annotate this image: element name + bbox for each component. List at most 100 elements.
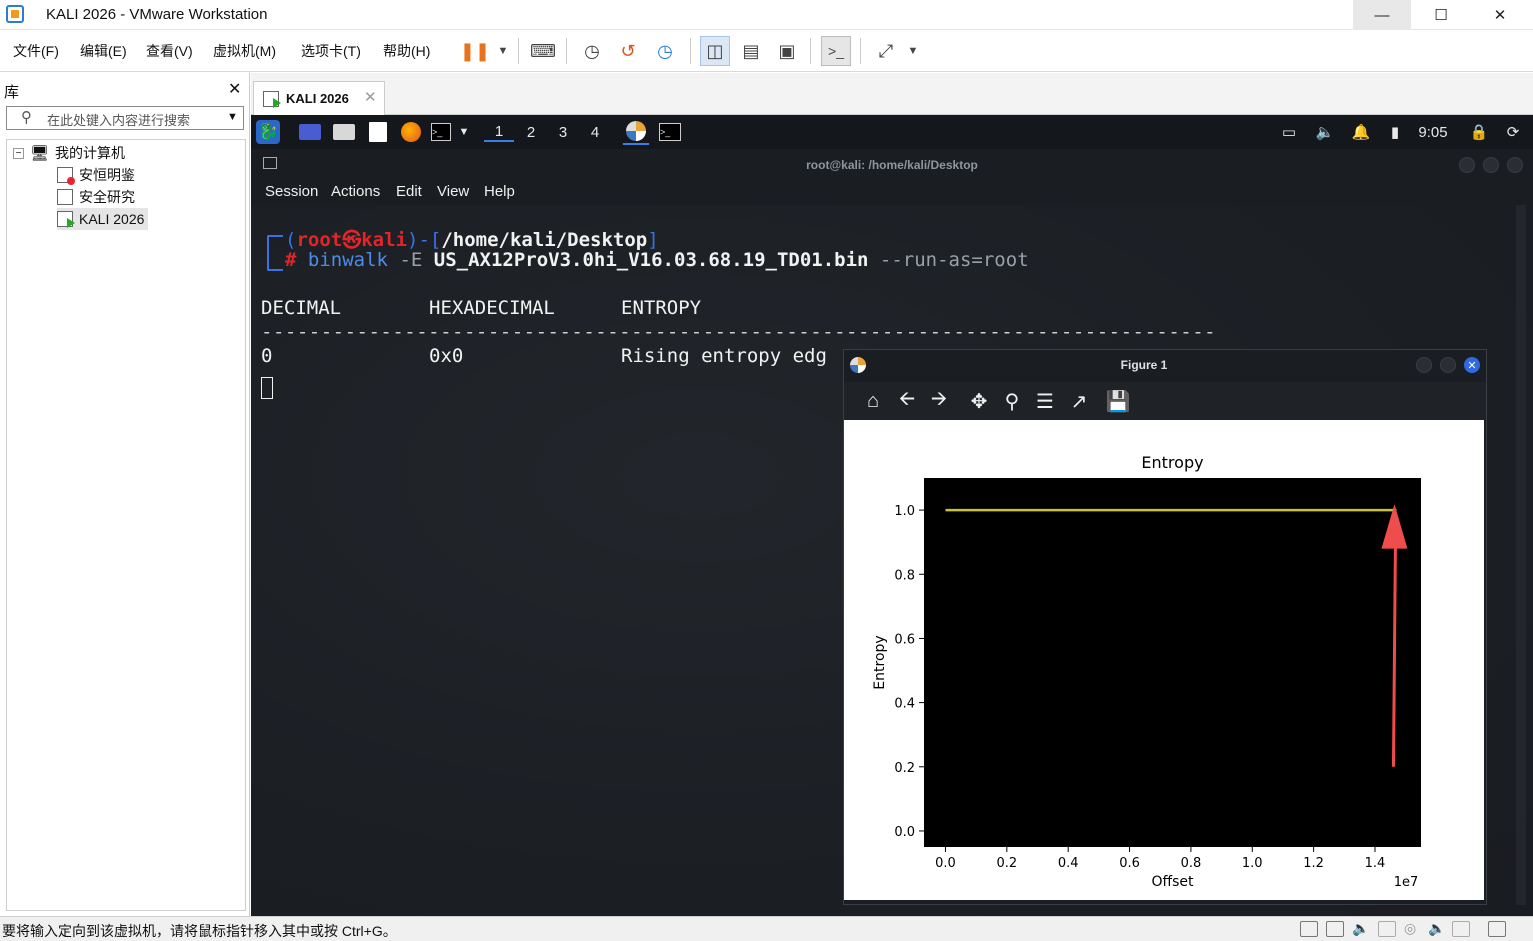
col-decimal-header: DECIMAL: [261, 297, 342, 319]
library-view-icon[interactable]: ◫: [700, 36, 730, 66]
menu-view[interactable]: 查看(V): [146, 41, 193, 61]
menu-actions[interactable]: Actions: [331, 183, 380, 200]
menu-vm[interactable]: 虚拟机(M): [213, 41, 276, 61]
lock-screen-icon[interactable]: 🔒: [1469, 122, 1489, 142]
firefox-icon[interactable]: [401, 122, 421, 142]
y-tick-label: 0.8: [894, 568, 915, 583]
terminal-icon[interactable]: >_: [431, 123, 451, 141]
menu-help[interactable]: Help: [484, 183, 515, 200]
y-axis-label: Entropy: [872, 635, 888, 689]
network-icon[interactable]: [1326, 921, 1344, 937]
workspace-3[interactable]: 3: [548, 122, 578, 142]
console-view-icon[interactable]: >_: [821, 36, 851, 66]
pause-icon[interactable]: ❚❚: [460, 36, 490, 66]
home-icon[interactable]: ⌂: [860, 388, 886, 414]
battery-icon[interactable]: ▮: [1385, 122, 1405, 142]
volume-icon[interactable]: 🔈: [1315, 122, 1335, 142]
minimize-button[interactable]: [1459, 157, 1475, 173]
hard-disk-icon[interactable]: [1300, 921, 1318, 937]
show-desktop-icon[interactable]: [299, 124, 321, 140]
usb-icon[interactable]: [1378, 921, 1396, 937]
panel-clock[interactable]: 9:05: [1413, 122, 1453, 142]
tab-label: KALI 2026: [286, 91, 349, 106]
maximize-button[interactable]: [1440, 357, 1456, 373]
close-button[interactable]: ✕: [1464, 357, 1480, 373]
chevron-down-icon[interactable]: ▼: [488, 36, 518, 66]
tree-item-my-computer[interactable]: − 🖥 我的计算机: [13, 142, 125, 164]
back-arrow-icon[interactable]: 🡨: [894, 388, 920, 414]
edit-axis-icon[interactable]: ↗: [1066, 388, 1092, 414]
vmware-logo-icon: [6, 5, 24, 23]
menu-edit[interactable]: Edit: [396, 183, 422, 200]
close-button[interactable]: ✕: [1471, 0, 1529, 30]
tree-item-vm-1[interactable]: 安恒明鉴: [57, 164, 135, 186]
status-message: 要将输入定向到该虚拟机，请将鼠标指针移入其中或按 Ctrl+G。: [2, 923, 397, 939]
library-search-input[interactable]: ⚲ 在此处键入内容进行搜索 ▼: [6, 106, 244, 130]
menu-edit[interactable]: 编辑(E): [80, 41, 127, 61]
taskbar-figure-window[interactable]: [623, 119, 649, 145]
send-ctrl-alt-del-icon[interactable]: ⌨: [528, 36, 558, 66]
entropy-chart: Entropy 0.0 0.2 0.4 0.6 0.8 1.0 0.0 0.2 0.4 0.6 0.8…: [872, 453, 1421, 890]
revert-snapshot-icon[interactable]: ↺: [613, 36, 643, 66]
tree-item-vm-2[interactable]: 安全研究: [57, 186, 135, 208]
tree-label: 安全研究: [79, 189, 135, 205]
menu-view[interactable]: View: [437, 183, 469, 200]
subplots-config-icon[interactable]: ☰: [1032, 388, 1058, 414]
snapshot-manager-icon[interactable]: ◷: [650, 36, 680, 66]
result-decimal: 0: [261, 345, 273, 367]
cd-rom-icon[interactable]: ◎: [1404, 920, 1416, 937]
workspace-1[interactable]: 1: [484, 122, 514, 142]
close-tab-icon[interactable]: ✕: [364, 88, 377, 106]
file-manager-icon[interactable]: [333, 124, 355, 140]
plot-area: [924, 478, 1421, 847]
menu-tabs[interactable]: 选项卡(T): [301, 41, 361, 61]
close-button[interactable]: [1507, 157, 1523, 173]
close-icon[interactable]: ✕: [228, 79, 241, 99]
guest-display[interactable]: 🐉 >_ ▼ 1 2 3 4 >_ ▭ 🔈 🔔 ▮ 9:05 🔒 ⟳ root@…: [251, 115, 1533, 916]
snapshot-icon[interactable]: ◷: [577, 36, 607, 66]
full-screen-icon[interactable]: ▣: [772, 36, 802, 66]
audio-device-icon[interactable]: 🔈: [1428, 920, 1445, 937]
terminal-menu-bar: Session Actions Edit View Help: [251, 179, 1533, 205]
chevron-down-icon[interactable]: ▼: [227, 111, 238, 123]
logout-icon[interactable]: ⟳: [1503, 122, 1523, 142]
kali-menu-icon[interactable]: 🐉: [256, 120, 280, 144]
thumbnail-view-icon[interactable]: ▤: [736, 36, 766, 66]
header-rule: ----------------------------------------…: [261, 321, 1217, 343]
tree-label: 安恒明鉴: [79, 167, 135, 183]
menu-help[interactable]: 帮助(H): [383, 41, 430, 61]
chevron-down-icon[interactable]: ▼: [898, 36, 928, 66]
search-placeholder: 在此处键入内容进行搜索: [47, 113, 191, 128]
notification-bell-icon[interactable]: 🔔: [1351, 122, 1371, 142]
text-editor-icon[interactable]: [369, 122, 387, 142]
maximize-button[interactable]: [1483, 157, 1499, 173]
col-entropy-header: ENTROPY: [621, 297, 702, 319]
toolbar-separator: [690, 38, 691, 64]
pan-icon[interactable]: ✥: [966, 388, 992, 414]
toolbar-separator: [860, 38, 861, 64]
save-icon[interactable]: 💾: [1105, 388, 1131, 414]
minimize-button[interactable]: [1416, 357, 1432, 373]
tab-kali-2026[interactable]: KALI 2026 ✕: [253, 81, 385, 115]
chevron-down-icon[interactable]: ▼: [457, 122, 471, 142]
maximize-button[interactable]: ☐: [1412, 0, 1470, 30]
menu-file[interactable]: 文件(F): [13, 41, 59, 61]
minimize-button[interactable]: —: [1353, 0, 1411, 30]
printer-icon[interactable]: [1452, 921, 1470, 937]
forward-arrow-icon[interactable]: 🡪: [926, 388, 952, 414]
tree-item-vm-3[interactable]: KALI 2026: [57, 208, 149, 230]
workspace-4[interactable]: 4: [580, 122, 610, 142]
collapse-icon[interactable]: −: [13, 147, 24, 159]
figure-canvas[interactable]: Entropy 0.0 0.2 0.4 0.6 0.8 1.0 0.0 0.2 0.4 0.6 0.8…: [844, 420, 1484, 900]
zoom-icon[interactable]: ⚲: [999, 388, 1025, 414]
display-icon[interactable]: ▭: [1279, 122, 1299, 142]
stretch-guest-icon[interactable]: ⤢: [871, 36, 901, 66]
cmd-file: US_AX12ProV3.0hi_V16.03.68.19_TD01.bin: [433, 249, 869, 271]
message-log-icon[interactable]: [1488, 921, 1506, 937]
taskbar-terminal-window[interactable]: >_: [659, 123, 681, 141]
figure-window[interactable]: Figure 1 ✕ ⌂ 🡨 🡪 ✥ ⚲ ☰ ↗ 💾 Entropy 0.0 0.2…: [843, 349, 1487, 905]
workspace-2[interactable]: 2: [516, 122, 546, 142]
menu-session[interactable]: Session: [265, 183, 318, 200]
sound-icon[interactable]: 🔈: [1352, 920, 1369, 937]
terminal-scrollbar[interactable]: [1516, 205, 1526, 905]
